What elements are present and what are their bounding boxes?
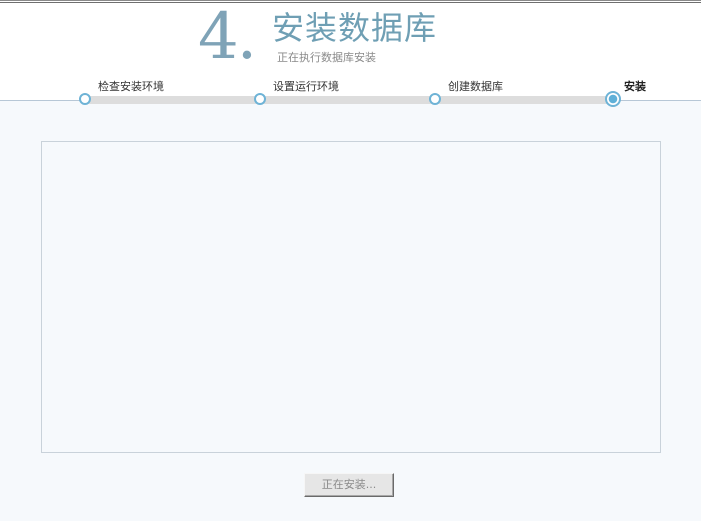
- progress-step-dot-create-database: [429, 93, 441, 105]
- progress-step-label-check-environment: 检查安装环境: [98, 80, 164, 93]
- install-log-box[interactable]: [41, 141, 661, 453]
- step-subtitle: 正在执行数据库安装: [277, 51, 376, 64]
- progress-step-dot-runtime-environment: [254, 93, 266, 105]
- progress-step-label-create-database: 创建数据库: [448, 80, 503, 93]
- step-title: 安装数据库: [272, 9, 438, 47]
- step-number: 4.: [198, 0, 257, 74]
- installing-button[interactable]: 正在安装...: [304, 473, 394, 497]
- progress-step-label-install: 安装: [624, 80, 646, 93]
- progress-track: [86, 96, 613, 104]
- progress-step-label-runtime-environment: 设置运行环境: [273, 80, 339, 93]
- progress-step-dot-install: [605, 91, 621, 107]
- progress-step-dot-check-environment: [79, 93, 91, 105]
- installer-page: 4. 安装数据库 正在执行数据库安装 检查安装环境 设置运行环境 创建数据库 安…: [0, 0, 701, 521]
